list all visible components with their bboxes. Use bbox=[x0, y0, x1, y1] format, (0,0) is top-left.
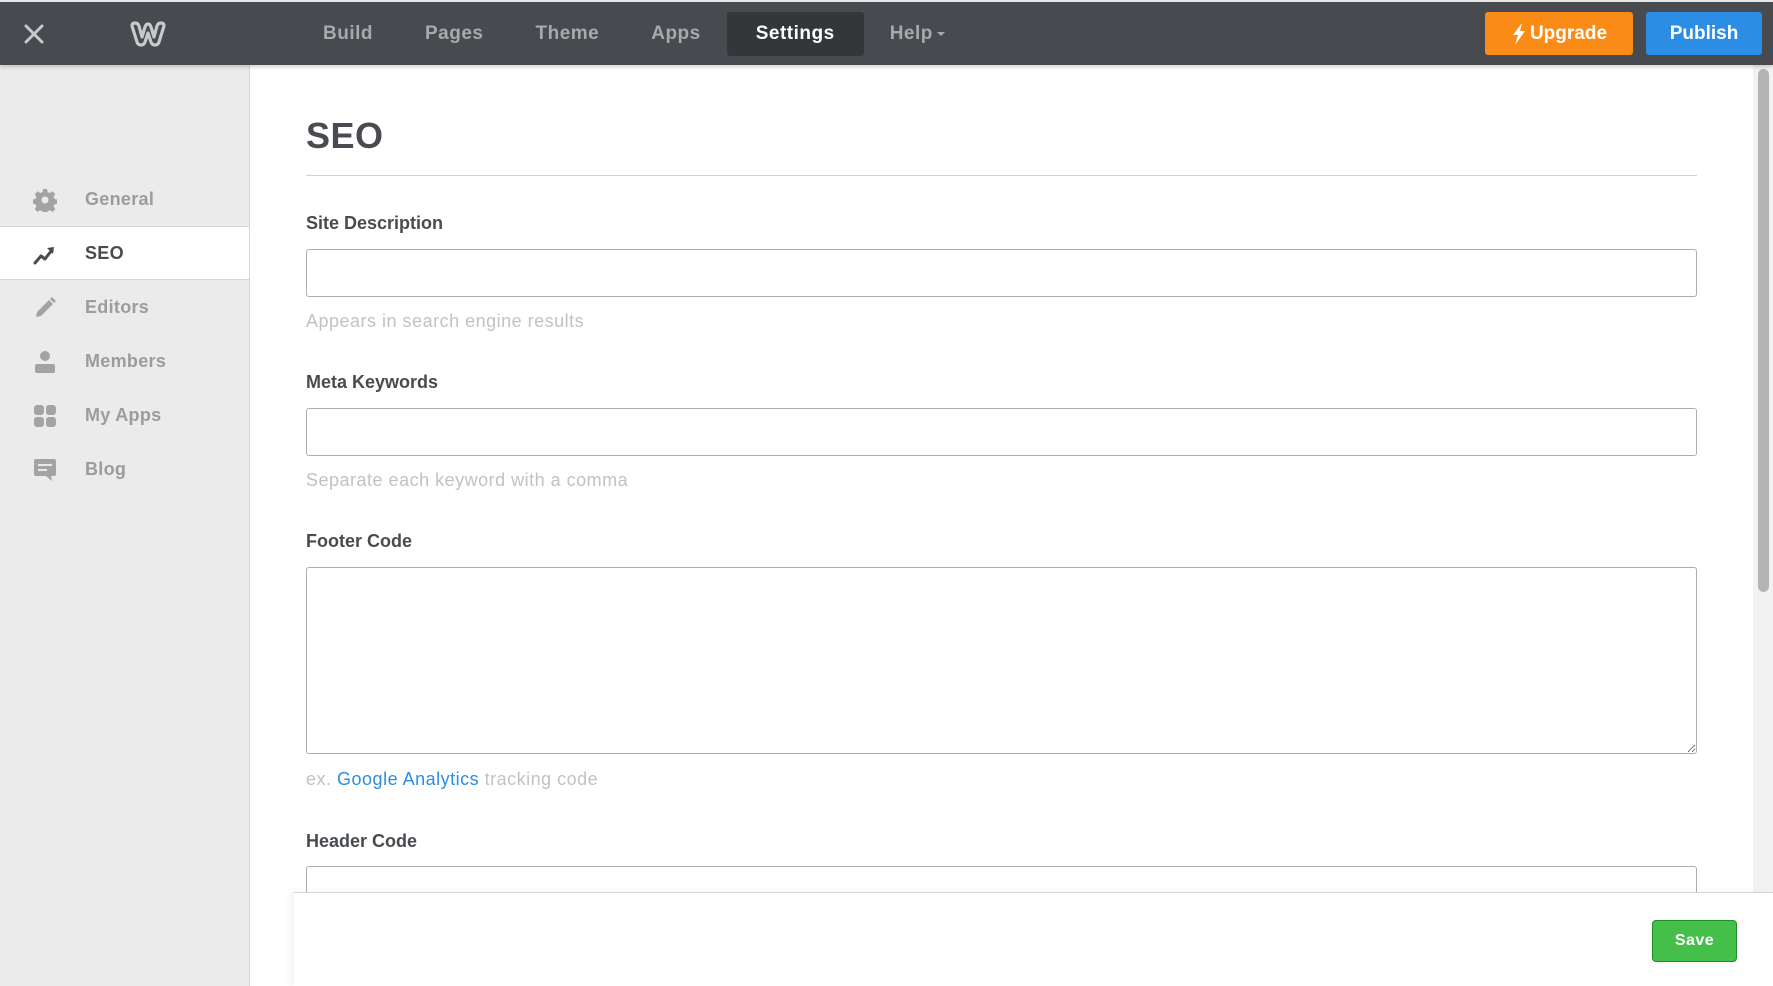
meta-keywords-label: Meta Keywords bbox=[306, 372, 439, 392]
main-nav: Build Pages Theme Apps Settings Help bbox=[297, 12, 971, 56]
nav-theme[interactable]: Theme bbox=[509, 12, 625, 56]
weebly-logo-icon[interactable] bbox=[128, 20, 168, 48]
nav-apps[interactable]: Apps bbox=[625, 12, 727, 56]
footer-code-label: Footer Code bbox=[306, 531, 412, 551]
upgrade-button[interactable]: Upgrade bbox=[1485, 12, 1633, 55]
save-button[interactable]: Save bbox=[1652, 920, 1737, 962]
settings-main: SEO Site Description Appears in search e… bbox=[250, 65, 1753, 986]
caret-down-icon bbox=[936, 31, 945, 36]
settings-sidebar: General SEO Editors Members My Apps Blog bbox=[0, 65, 250, 986]
site-description-label: Site Description bbox=[306, 213, 444, 233]
footer-code-hint: ex. Google Analytics tracking code bbox=[306, 769, 599, 789]
meta-keywords-hint: Separate each keyword with a comma bbox=[306, 470, 629, 490]
pencil-icon bbox=[36, 297, 56, 317]
meta-keywords-input[interactable] bbox=[306, 408, 1697, 456]
footer-code-textarea[interactable] bbox=[306, 567, 1697, 754]
scrollbar[interactable] bbox=[1753, 65, 1773, 892]
trend-up-icon bbox=[33, 247, 54, 265]
header-code-label: Header Code bbox=[306, 831, 418, 851]
apps-grid-icon bbox=[34, 405, 56, 427]
site-description-hint: Appears in search engine results bbox=[306, 311, 585, 331]
sidebar-item-members[interactable]: Members bbox=[0, 334, 249, 388]
lightning-icon bbox=[1512, 22, 1525, 45]
sidebar-item-blog[interactable]: Blog bbox=[0, 442, 249, 496]
site-description-input[interactable] bbox=[306, 249, 1697, 297]
nav-settings[interactable]: Settings bbox=[726, 12, 864, 56]
sidebar-item-general[interactable]: General bbox=[0, 172, 249, 226]
page-title: SEO bbox=[306, 115, 384, 156]
scrollbar-thumb[interactable] bbox=[1758, 69, 1769, 592]
sidebar-item-seo[interactable]: SEO bbox=[0, 226, 249, 280]
nav-help[interactable]: Help bbox=[864, 12, 971, 56]
person-icon bbox=[35, 351, 55, 373]
gear-icon bbox=[33, 189, 57, 212]
sidebar-item-editors[interactable]: Editors bbox=[0, 280, 249, 334]
comment-icon bbox=[34, 459, 56, 481]
save-footer: Save bbox=[294, 892, 1773, 986]
nav-build[interactable]: Build bbox=[297, 12, 399, 56]
google-analytics-link[interactable]: Google Analytics bbox=[337, 769, 479, 789]
sidebar-item-my-apps[interactable]: My Apps bbox=[0, 388, 249, 442]
top-bar: Build Pages Theme Apps Settings Help Upg… bbox=[0, 0, 1773, 65]
nav-pages[interactable]: Pages bbox=[399, 12, 509, 56]
close-button[interactable] bbox=[22, 22, 46, 46]
close-icon bbox=[24, 24, 44, 44]
publish-button[interactable]: Publish bbox=[1646, 12, 1762, 55]
title-divider bbox=[306, 175, 1697, 176]
